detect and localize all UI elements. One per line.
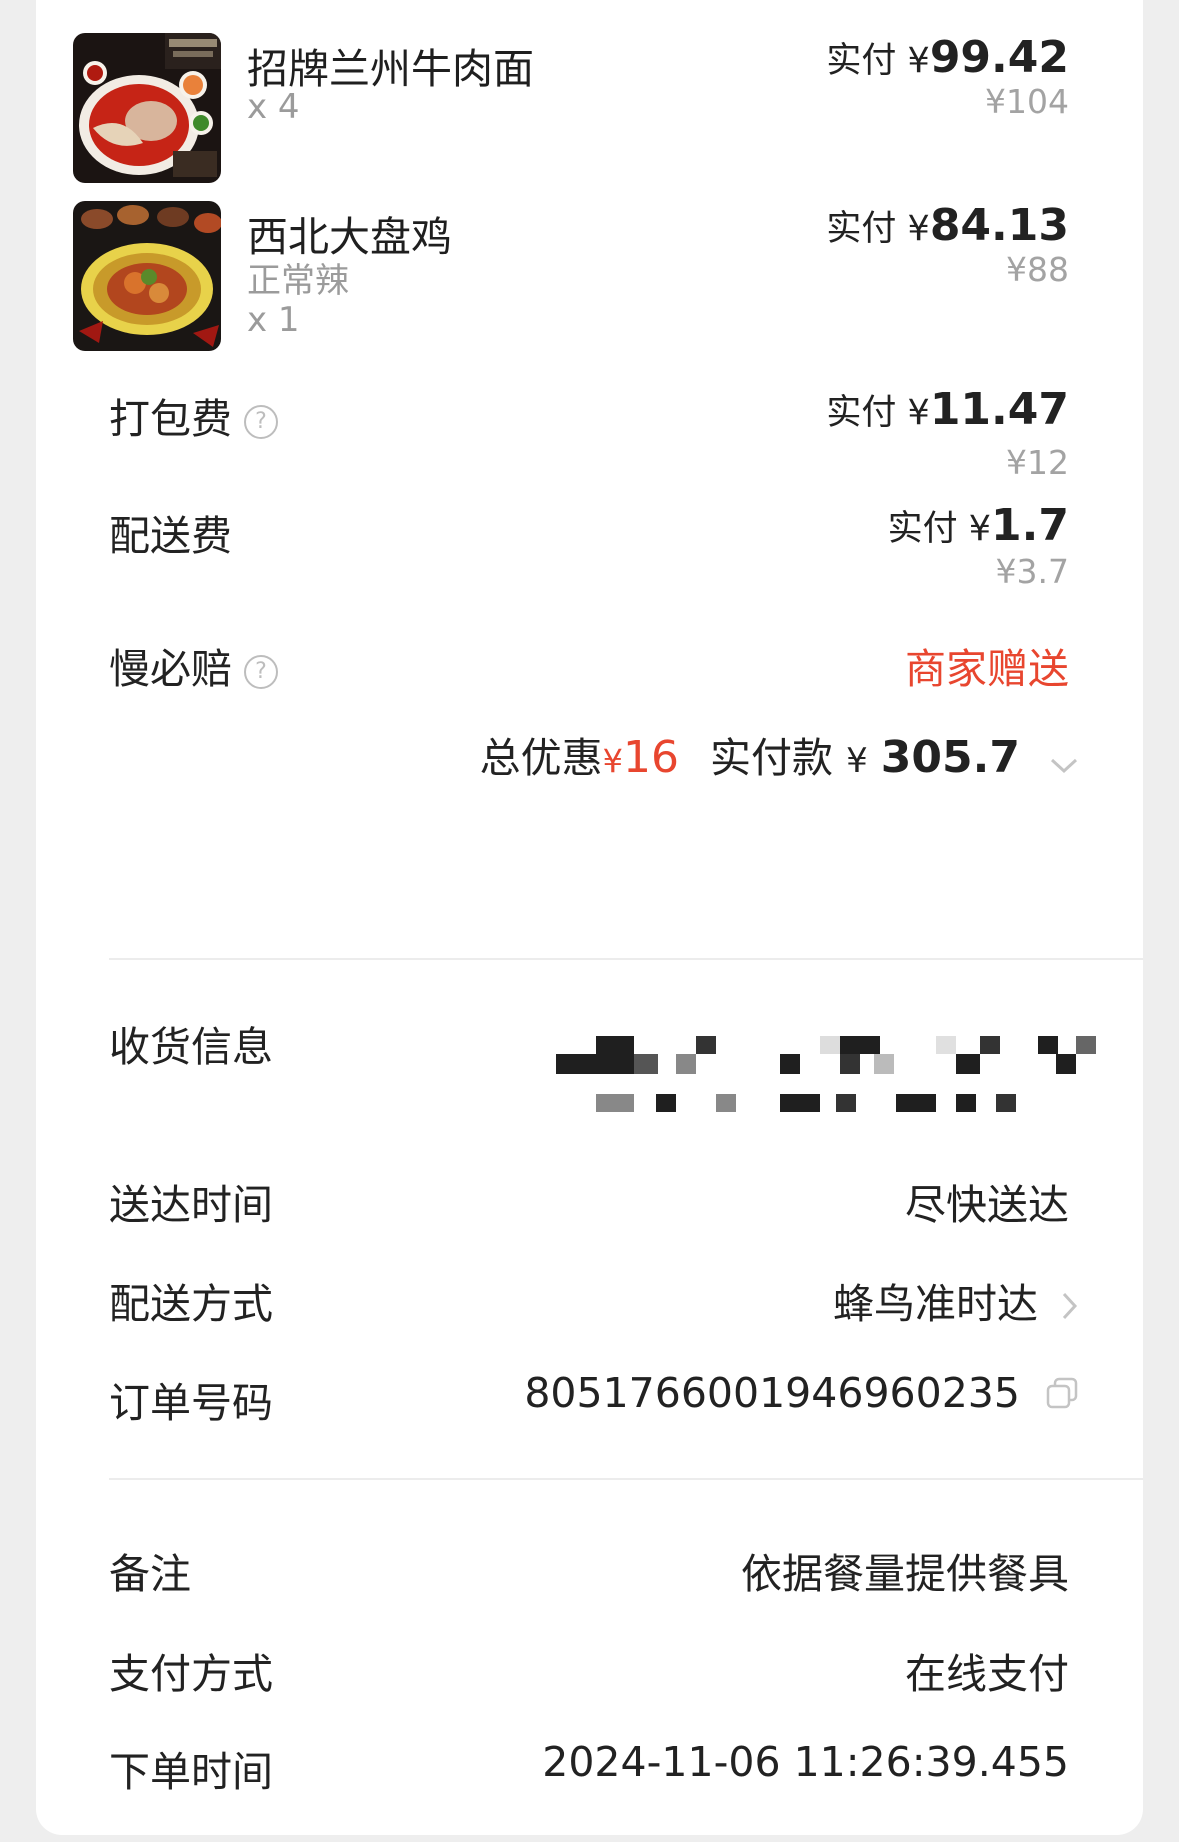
payment-method-label: 支付方式 — [109, 1650, 273, 1698]
discount-value: 16 — [622, 732, 679, 783]
receiver-info-value-redacted — [556, 1030, 1156, 1120]
divider — [109, 958, 1143, 960]
item-original-price: ¥104 — [985, 82, 1069, 121]
copy-icon[interactable] — [1045, 1372, 1079, 1420]
order-time-value: 2024-11-06 11:26:39.455 — [542, 1738, 1069, 1786]
delivery-time-label: 送达时间 — [109, 1181, 273, 1229]
delivery-method-value: 蜂鸟准时达 — [832, 1280, 1038, 1328]
packing-fee-label: 打包费 — [109, 395, 232, 443]
order-time-label: 下单时间 — [109, 1748, 273, 1796]
item-paid-value: 99.42 — [929, 32, 1069, 83]
discount-label: 总优惠 — [479, 734, 603, 782]
item-name: 招牌兰州牛肉面 — [247, 45, 534, 93]
item-paid-label: 实付 ¥ — [826, 41, 930, 81]
chevron-right-icon[interactable] — [1061, 1283, 1079, 1331]
packing-fee-paid: 实付 ¥11.47 — [826, 384, 1069, 435]
remark-label: 备注 — [109, 1550, 191, 1598]
packing-fee-paid-label: 实付 ¥ — [826, 393, 930, 433]
order-number-label: 订单号码 — [109, 1379, 273, 1427]
item-image-big-plate-chicken[interactable] — [73, 201, 221, 351]
item-paid-label: 实付 ¥ — [826, 209, 930, 249]
delivery-fee-paid-value: 1.7 — [991, 500, 1069, 551]
help-circle-icon[interactable]: ? — [244, 655, 278, 689]
item-spec: 正常辣 — [247, 261, 349, 301]
delivery-fee-label: 配送费 — [109, 512, 232, 560]
divider — [109, 1478, 1143, 1480]
order-summary[interactable]: 总优惠¥16 实付款 ¥ 305.7 — [480, 724, 1079, 785]
item-quantity: x 4 — [247, 87, 300, 127]
packing-fee-original: ¥12 — [1006, 443, 1069, 482]
total-currency: ¥ — [846, 741, 868, 781]
item-original-price: ¥88 — [1006, 250, 1069, 289]
slow-compensation-label: 慢必赔 — [109, 645, 232, 693]
payment-method-value: 在线支付 — [905, 1650, 1069, 1698]
order-detail-card: 招牌兰州牛肉面 x 4 实付 ¥99.42 ¥104 西北大盘鸡 正常辣 x 1… — [36, 0, 1143, 1835]
item-paid-amount: 实付 ¥99.42 — [826, 32, 1069, 83]
delivery-time-value: 尽快送达 — [905, 1181, 1069, 1229]
slow-compensation-row: 慢必赔? — [109, 635, 278, 695]
delivery-fee-paid-label: 实付 ¥ — [887, 509, 992, 549]
item-image-beef-noodle[interactable] — [73, 33, 221, 183]
item-paid-value: 84.13 — [929, 200, 1069, 251]
packing-fee-row: 打包费? — [109, 385, 278, 445]
total-label: 实付款 — [710, 734, 834, 782]
delivery-method-link[interactable]: 蜂鸟准时达 — [833, 1270, 1079, 1331]
discount-currency: ¥ — [602, 742, 623, 780]
item-quantity: x 1 — [247, 300, 300, 340]
delivery-method-label: 配送方式 — [109, 1280, 273, 1328]
order-number-row: 8051766001946960235 — [524, 1369, 1079, 1420]
delivery-fee-paid: 实付 ¥1.7 — [888, 500, 1069, 551]
remark-value: 依据餐量提供餐具 — [741, 1550, 1069, 1598]
help-circle-icon[interactable]: ? — [244, 405, 278, 439]
slow-compensation-value: 商家赠送 — [905, 645, 1069, 693]
order-number-value: 8051766001946960235 — [524, 1369, 1020, 1417]
receiver-info-label: 收货信息 — [109, 1023, 273, 1071]
chevron-down-icon[interactable] — [1049, 737, 1079, 785]
total-value: 305.7 — [880, 732, 1020, 783]
packing-fee-paid-value: 11.47 — [929, 384, 1069, 435]
delivery-fee-original: ¥3.7 — [995, 552, 1069, 591]
item-paid-amount: 实付 ¥84.13 — [826, 200, 1069, 251]
